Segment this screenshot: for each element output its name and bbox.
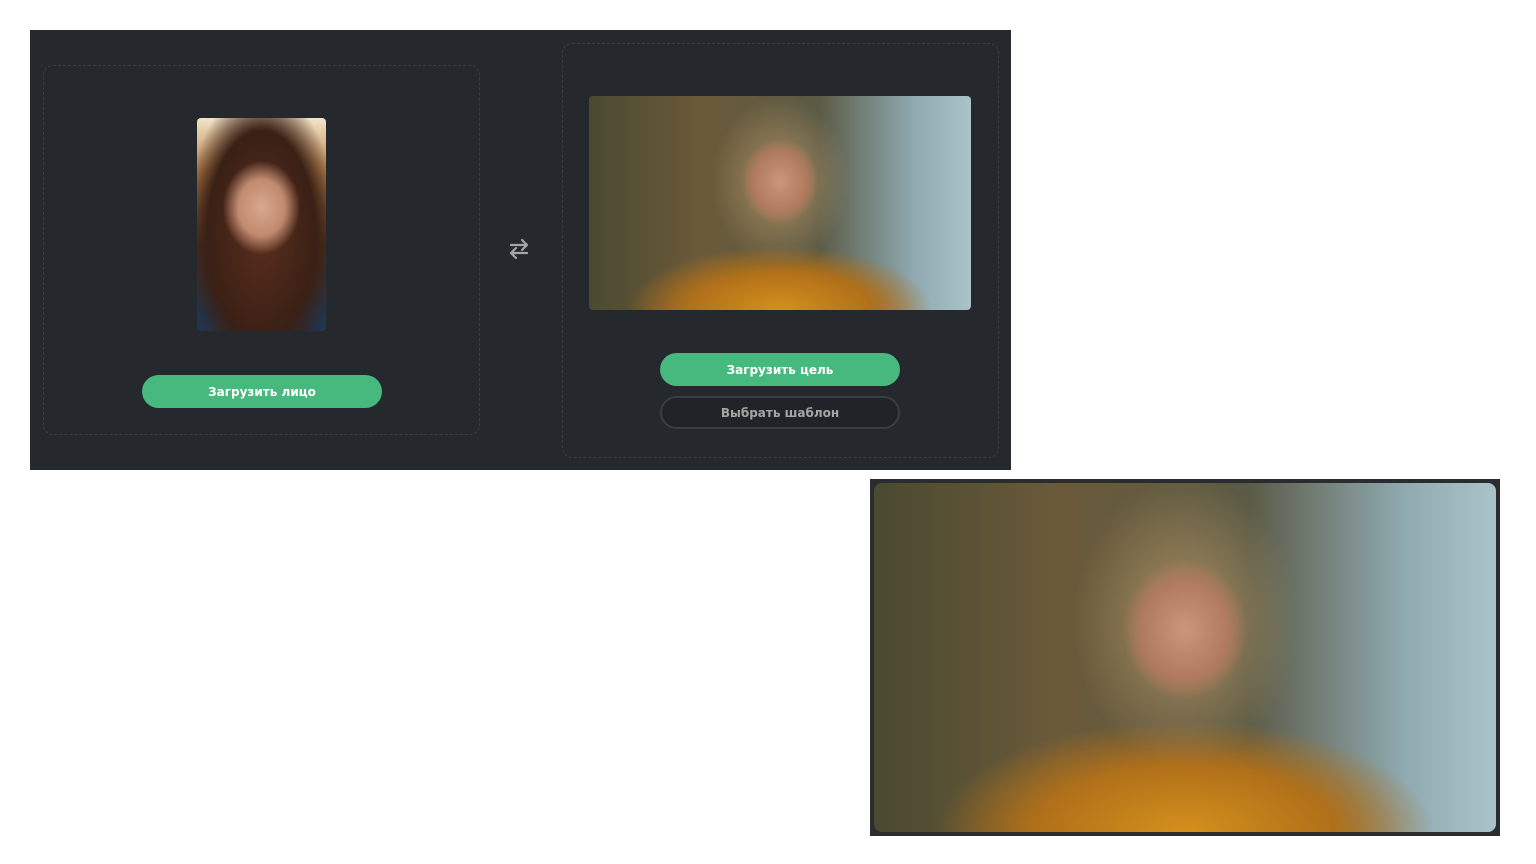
target-photo <box>589 96 971 310</box>
choose-template-button[interactable]: Выбрать шаблон <box>660 396 900 429</box>
result-photo <box>874 483 1496 832</box>
upload-target-button[interactable]: Загрузить цель <box>660 353 900 386</box>
face-upload-card: Загрузить лицо <box>43 65 480 435</box>
face-photo <box>197 118 326 331</box>
result-preview <box>870 479 1500 836</box>
upload-face-button[interactable]: Загрузить лицо <box>142 375 382 408</box>
face-swap-panel: Загрузить лицо Загрузить цель Выбрать ша… <box>30 30 1011 470</box>
swap-arrows-icon[interactable] <box>505 235 533 263</box>
target-upload-card: Загрузить цель Выбрать шаблон <box>562 43 999 458</box>
